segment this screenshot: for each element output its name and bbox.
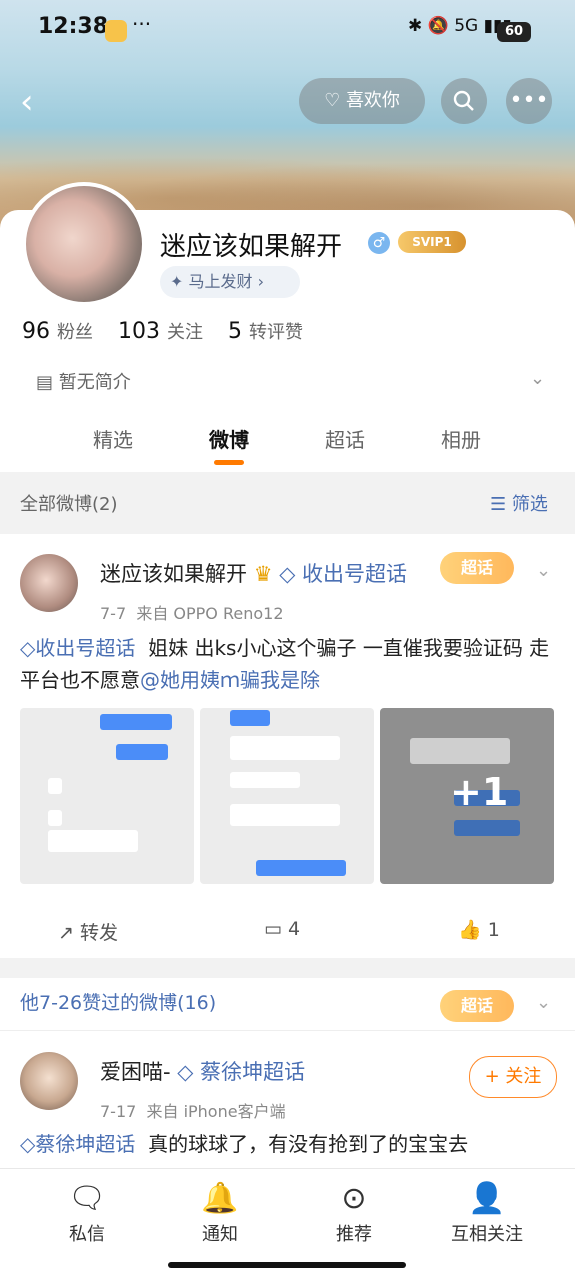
post2-author-row: 爱困喵- ◇ 蔡徐坤超话 xyxy=(100,1056,305,1086)
post-author-row: 迷应该如果解开 ♛ ◇ 收出号超话 xyxy=(100,558,407,588)
liked-section-title[interactable]: 他7-26赞过的微博(16) xyxy=(20,988,216,1015)
nav-recommend-label: 推荐 xyxy=(336,1224,372,1245)
tab-album[interactable]: 相册 xyxy=(441,424,481,453)
post-topic[interactable]: 收出号超话 xyxy=(302,562,407,586)
nav-mutual-follow-label: 互相关注 xyxy=(451,1224,523,1245)
nav-mutual-follow[interactable]: 👤 互相关注 xyxy=(432,1181,542,1246)
post-author[interactable]: 迷应该如果解开 xyxy=(100,562,247,586)
repost-label: 转发 xyxy=(79,922,118,944)
diamond-icon: ◇ xyxy=(177,1060,194,1084)
post-meta: 7-7 来自 OPPO Reno12 xyxy=(100,600,284,624)
crown-icon: ♛ xyxy=(253,562,273,586)
nav-notifications-label: 通知 xyxy=(202,1224,238,1245)
post2-topic[interactable]: 蔡徐坤超话 xyxy=(200,1060,305,1084)
post2-source: 来自 iPhone客户端 xyxy=(146,1102,286,1121)
document-icon: ▤ xyxy=(36,372,54,393)
bell-icon: 🔔 xyxy=(201,1181,239,1216)
liked-chevron-icon[interactable]: ⌄ xyxy=(536,992,551,1013)
post2-body-topic[interactable]: 蔡徐坤超话 xyxy=(35,1132,135,1156)
post-body-topic[interactable]: 收出号超话 xyxy=(35,636,135,660)
follow-button[interactable]: + 关注 xyxy=(469,1056,557,1098)
bio-text: 暂无简介 xyxy=(58,372,131,393)
message-icon: 🗨 xyxy=(67,1181,107,1216)
fortune-icon: ✦ xyxy=(170,272,184,291)
tab-weibo[interactable]: 微博 xyxy=(209,424,249,453)
profile-avatar[interactable] xyxy=(22,182,146,306)
fortune-badge[interactable]: ✦ 马上发财 › xyxy=(160,266,300,298)
followers-count[interactable]: 96 xyxy=(22,319,50,344)
post-menu-chevron-icon[interactable]: ⌄ xyxy=(536,560,551,581)
post-image-1[interactable] xyxy=(20,708,194,884)
post-body-topic-icon: ◇ xyxy=(20,636,36,660)
post-mention[interactable]: @她用姨ｍ骗我是除 xyxy=(140,668,320,692)
mutual-follow-icon: 👤 xyxy=(468,1181,506,1216)
post-source: 来自 OPPO Reno12 xyxy=(136,604,284,623)
like-you-button[interactable]: ♡ 喜欢你 xyxy=(299,78,425,124)
share-icon: ↗ xyxy=(58,922,74,944)
tab-supertopic[interactable]: 超话 xyxy=(325,424,365,453)
bio-row[interactable]: ▤ 暂无简介 xyxy=(36,368,131,394)
weibo-app-icon xyxy=(105,20,127,42)
chaohua-badge[interactable]: 超话 xyxy=(440,552,514,584)
filter-label: 筛选 xyxy=(511,494,548,515)
heart-hand-icon: ♡ xyxy=(324,90,341,111)
all-weibo-label[interactable]: 全部微博(2) xyxy=(20,490,118,516)
search-icon[interactable] xyxy=(441,78,487,124)
post2-meta: 7-17 来自 iPhone客户端 xyxy=(100,1098,286,1122)
post2-date: 7-17 xyxy=(100,1102,137,1121)
profile-tabs: 精选 微博 超话 相册 xyxy=(0,424,575,470)
liked-chaohua-badge[interactable]: 超话 xyxy=(440,990,514,1022)
post-avatar[interactable] xyxy=(20,554,78,612)
compass-icon: ⊙ xyxy=(341,1181,367,1216)
post-body[interactable]: ◇收出号超话 姐妹 出ks小心这个骗子 一直催我要验证码 走平台也不愿意@她用姨… xyxy=(20,632,560,696)
like-button[interactable]: 👍 1 xyxy=(458,918,500,941)
profile-stats: 96 粉丝 103 关注 5 转评赞 xyxy=(22,318,321,344)
nav-messages[interactable]: 🗨 私信 xyxy=(32,1181,142,1246)
filter-button[interactable]: ☰ 筛选 xyxy=(490,490,548,516)
post-date: 7-7 xyxy=(100,604,127,623)
following-label: 关注 xyxy=(167,322,203,343)
post2-body-text: 真的球球了，有没有抢到了的宝宝去 xyxy=(148,1132,469,1156)
post-image-3[interactable]: +1 xyxy=(380,708,554,884)
interactions-count[interactable]: 5 xyxy=(228,319,242,344)
post2-avatar[interactable] xyxy=(20,1052,78,1110)
following-count[interactable]: 103 xyxy=(118,319,160,344)
svip-badge[interactable]: SVIP1 xyxy=(398,231,466,253)
nav-messages-label: 私信 xyxy=(69,1224,105,1245)
network-label: 5G xyxy=(454,16,479,36)
nav-recommend[interactable]: ⊙ 推荐 xyxy=(299,1181,409,1246)
fortune-label: 马上发财 › xyxy=(188,272,265,291)
nav-notifications[interactable]: 🔔 通知 xyxy=(165,1181,275,1246)
post2-body-topic-icon: ◇ xyxy=(20,1132,36,1156)
post-image-2[interactable] xyxy=(200,708,374,884)
repost-button[interactable]: ↗ 转发 xyxy=(58,918,118,945)
active-tab-indicator xyxy=(214,460,244,465)
status-dots: ··· xyxy=(132,12,152,36)
chevron-down-icon[interactable]: ⌄ xyxy=(530,368,545,389)
profile-name: 迷应该如果解开 xyxy=(160,232,343,262)
comment-button[interactable]: ▭ 4 xyxy=(264,918,300,940)
followers-label: 粉丝 xyxy=(57,322,93,343)
filter-icon: ☰ xyxy=(490,494,507,515)
diamond-icon: ◇ xyxy=(279,562,296,586)
back-icon[interactable]: ‹ xyxy=(20,82,34,122)
more-images-count: +1 xyxy=(450,770,509,814)
like-count: 1 xyxy=(487,919,500,941)
like-you-label: 喜欢你 xyxy=(345,90,400,111)
male-icon: ♂ xyxy=(368,232,390,254)
thumbs-up-icon: 👍 xyxy=(458,919,482,941)
battery-icon: 60 xyxy=(497,22,531,42)
interactions-label: 转评赞 xyxy=(249,322,303,343)
section-gap xyxy=(0,958,575,972)
post2-body[interactable]: ◇蔡徐坤超话 真的球球了，有没有抢到了的宝宝去 xyxy=(20,1128,560,1160)
status-time: 12:38 xyxy=(38,14,109,39)
tab-featured[interactable]: 精选 xyxy=(93,424,133,453)
comment-icon: ▭ xyxy=(264,918,282,940)
post2-author[interactable]: 爱困喵- xyxy=(100,1060,171,1084)
comment-count: 4 xyxy=(288,918,301,940)
home-indicator[interactable] xyxy=(168,1262,406,1268)
more-icon[interactable]: ••• xyxy=(506,78,552,124)
